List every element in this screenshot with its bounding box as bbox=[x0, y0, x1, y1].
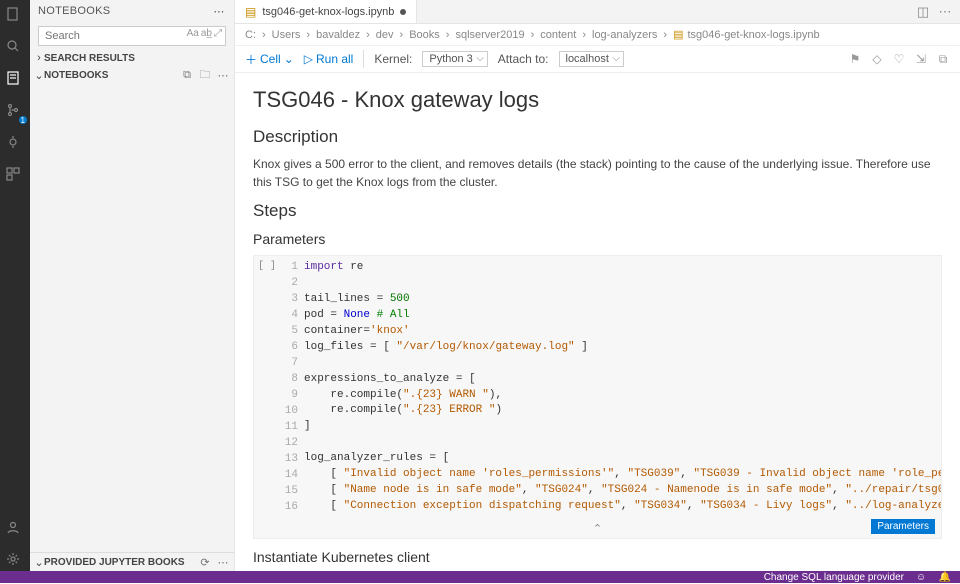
chevron-down-icon: ⌄ bbox=[34, 556, 44, 569]
debug-icon[interactable] bbox=[5, 134, 25, 154]
heading-parameters: Parameters bbox=[253, 231, 942, 247]
refresh-icon[interactable]: ⟳ bbox=[198, 555, 212, 569]
split-editor-icon[interactable]: ◫ bbox=[916, 5, 930, 19]
tab-file[interactable]: ▤ tsg046-get-knox-logs.ipynb bbox=[235, 0, 417, 23]
restart-icon[interactable]: ♡ bbox=[892, 52, 906, 66]
page-title: TSG046 - Knox gateway logs bbox=[253, 87, 942, 113]
clear-output-icon[interactable]: ◇ bbox=[870, 52, 884, 66]
plus-icon: ＋ bbox=[245, 51, 257, 68]
code-content[interactable]: import re tail_lines = 500 pod = None # … bbox=[304, 256, 941, 520]
status-bar: Change SQL language provider ☺ 🔔 bbox=[0, 571, 960, 583]
tab-bar: ▤ tsg046-get-knox-logs.ipynb ◫ ⋯ bbox=[235, 0, 960, 24]
section-search-results[interactable]: › SEARCH RESULTS bbox=[30, 50, 234, 66]
search-box: Aa ab̲ ⤢ bbox=[38, 26, 226, 46]
play-icon: ▷ bbox=[304, 52, 313, 66]
collapse-icon[interactable]: ⇲ bbox=[914, 52, 928, 66]
chevron-down-icon: ⌄ bbox=[34, 69, 44, 82]
cell-expand-toggle[interactable]: ⌃ bbox=[254, 520, 941, 538]
run-all-button[interactable]: ▷Run all bbox=[304, 52, 354, 66]
search-icon[interactable] bbox=[5, 38, 25, 58]
more-icon[interactable]: ⋯ bbox=[212, 4, 226, 18]
activity-bar: 1 bbox=[0, 0, 30, 571]
cell-prompt: [ ] bbox=[254, 256, 282, 520]
heading-description: Description bbox=[253, 127, 942, 147]
attach-select[interactable]: localhost bbox=[559, 51, 624, 67]
bell-icon[interactable]: 🔔 bbox=[938, 570, 952, 584]
tab-filename: tsg046-get-knox-logs.ipynb bbox=[262, 6, 394, 18]
account-icon[interactable] bbox=[5, 519, 25, 539]
trusted-icon[interactable]: ⚑ bbox=[848, 52, 862, 66]
kernel-label: Kernel: bbox=[374, 52, 412, 66]
kernel-select[interactable]: Python 3 bbox=[422, 51, 487, 67]
notebooks-icon[interactable] bbox=[5, 70, 25, 90]
heading-steps: Steps bbox=[253, 201, 942, 221]
panel-title: NOTEBOOKS ⋯ bbox=[30, 0, 234, 22]
heading-instantiate: Instantiate Kubernetes client bbox=[253, 549, 942, 565]
expand-icon[interactable]: ⤢ bbox=[214, 28, 222, 39]
settings-icon[interactable] bbox=[5, 551, 25, 571]
extensions-icon[interactable] bbox=[5, 166, 25, 186]
section-notebooks[interactable]: ⌄ NOTEBOOKS ⧉ 🗀 ⋯ bbox=[30, 66, 234, 84]
source-control-icon[interactable]: 1 bbox=[5, 102, 25, 122]
side-panel: NOTEBOOKS ⋯ Aa ab̲ ⤢ › SEARCH RESULTS ⌄ … bbox=[30, 0, 235, 571]
breadcrumb[interactable]: C: Users bavaldez dev Books sqlserver201… bbox=[235, 24, 960, 46]
badge: 1 bbox=[19, 116, 27, 124]
code-cell-parameters[interactable]: [ ] 12345678910111213141516 import re ta… bbox=[253, 255, 942, 539]
match-case-icon[interactable]: Aa bbox=[187, 28, 199, 39]
feedback-icon[interactable]: ☺ bbox=[914, 570, 928, 584]
more-icon[interactable]: ⋯ bbox=[216, 555, 230, 569]
new-notebook-icon[interactable]: ⧉ bbox=[180, 68, 194, 82]
editor: ▤ tsg046-get-knox-logs.ipynb ◫ ⋯ C: User… bbox=[235, 0, 960, 571]
notebook-body[interactable]: TSG046 - Knox gateway logs Description K… bbox=[235, 73, 960, 571]
notebook-toolbar: ＋Cell⌄ ▷Run all Kernel: Python 3 Attach … bbox=[235, 46, 960, 73]
notebook-file-icon: ▤ bbox=[245, 5, 256, 19]
chevron-down-icon: ⌄ bbox=[284, 52, 294, 66]
section-provided-books[interactable]: ⌄ PROVIDED JUPYTER BOOKS ⟳ ⋯ bbox=[30, 552, 234, 571]
match-whole-word-icon[interactable]: ab̲ bbox=[201, 28, 212, 39]
attach-label: Attach to: bbox=[498, 52, 549, 66]
line-gutter: 12345678910111213141516 bbox=[282, 256, 304, 520]
open-folder-icon[interactable]: 🗀 bbox=[198, 68, 212, 82]
dirty-indicator-icon bbox=[400, 9, 406, 15]
add-cell-button[interactable]: ＋Cell⌄ bbox=[245, 51, 294, 68]
status-item[interactable]: Change SQL language provider bbox=[764, 572, 904, 583]
parameters-button[interactable]: Parameters bbox=[871, 519, 935, 534]
explorer-icon[interactable] bbox=[5, 6, 25, 26]
chevron-right-icon: › bbox=[34, 52, 44, 64]
description-text: Knox gives a 500 error to the client, an… bbox=[253, 155, 942, 191]
expand-icon[interactable]: ⧉ bbox=[936, 52, 950, 66]
more-icon[interactable]: ⋯ bbox=[938, 5, 952, 19]
more-icon[interactable]: ⋯ bbox=[216, 68, 230, 82]
